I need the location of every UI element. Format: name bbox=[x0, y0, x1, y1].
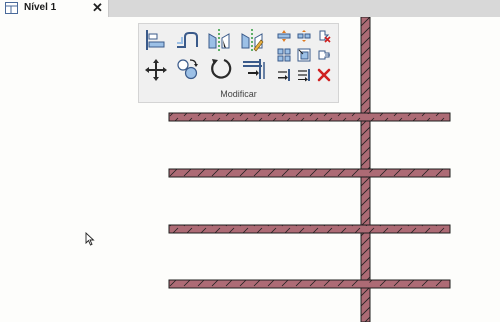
pin-icon[interactable] bbox=[317, 48, 331, 62]
horizontal-wall-1[interactable] bbox=[168, 112, 451, 122]
align-icon[interactable] bbox=[144, 29, 166, 51]
split-element-icon[interactable] bbox=[277, 29, 291, 43]
trim-extend-corner-icon[interactable] bbox=[242, 57, 266, 81]
rotate-icon[interactable] bbox=[209, 57, 233, 81]
tab-nivel-1[interactable]: Nível 1 ✕ bbox=[0, 0, 109, 17]
scale-icon[interactable] bbox=[297, 48, 311, 62]
copy-icon[interactable] bbox=[176, 57, 200, 81]
modify-panel: Modificar bbox=[138, 23, 339, 103]
unpin-icon[interactable] bbox=[317, 29, 331, 43]
tab-label: Nível 1 bbox=[24, 2, 57, 13]
horizontal-wall-2[interactable] bbox=[168, 168, 451, 178]
floor-plan-view-icon bbox=[5, 2, 18, 14]
mirror-draw-axis-icon[interactable] bbox=[240, 28, 264, 52]
mirror-pick-axis-icon[interactable] bbox=[207, 28, 231, 52]
array-icon[interactable] bbox=[277, 48, 291, 62]
panel-title: Modificar bbox=[220, 89, 257, 99]
move-icon[interactable] bbox=[144, 58, 168, 82]
view-tab-bar: Nível 1 ✕ bbox=[0, 0, 500, 17]
offset-icon[interactable] bbox=[175, 29, 199, 51]
split-with-gap-icon[interactable] bbox=[297, 29, 311, 43]
mouse-cursor-icon bbox=[85, 232, 95, 246]
trim-extend-multiple-icon[interactable] bbox=[297, 68, 311, 82]
horizontal-wall-4[interactable] bbox=[168, 279, 451, 289]
trim-extend-single-icon[interactable] bbox=[277, 68, 291, 82]
delete-icon[interactable] bbox=[317, 68, 331, 82]
horizontal-wall-3[interactable] bbox=[168, 224, 451, 234]
close-icon[interactable]: ✕ bbox=[92, 0, 103, 15]
